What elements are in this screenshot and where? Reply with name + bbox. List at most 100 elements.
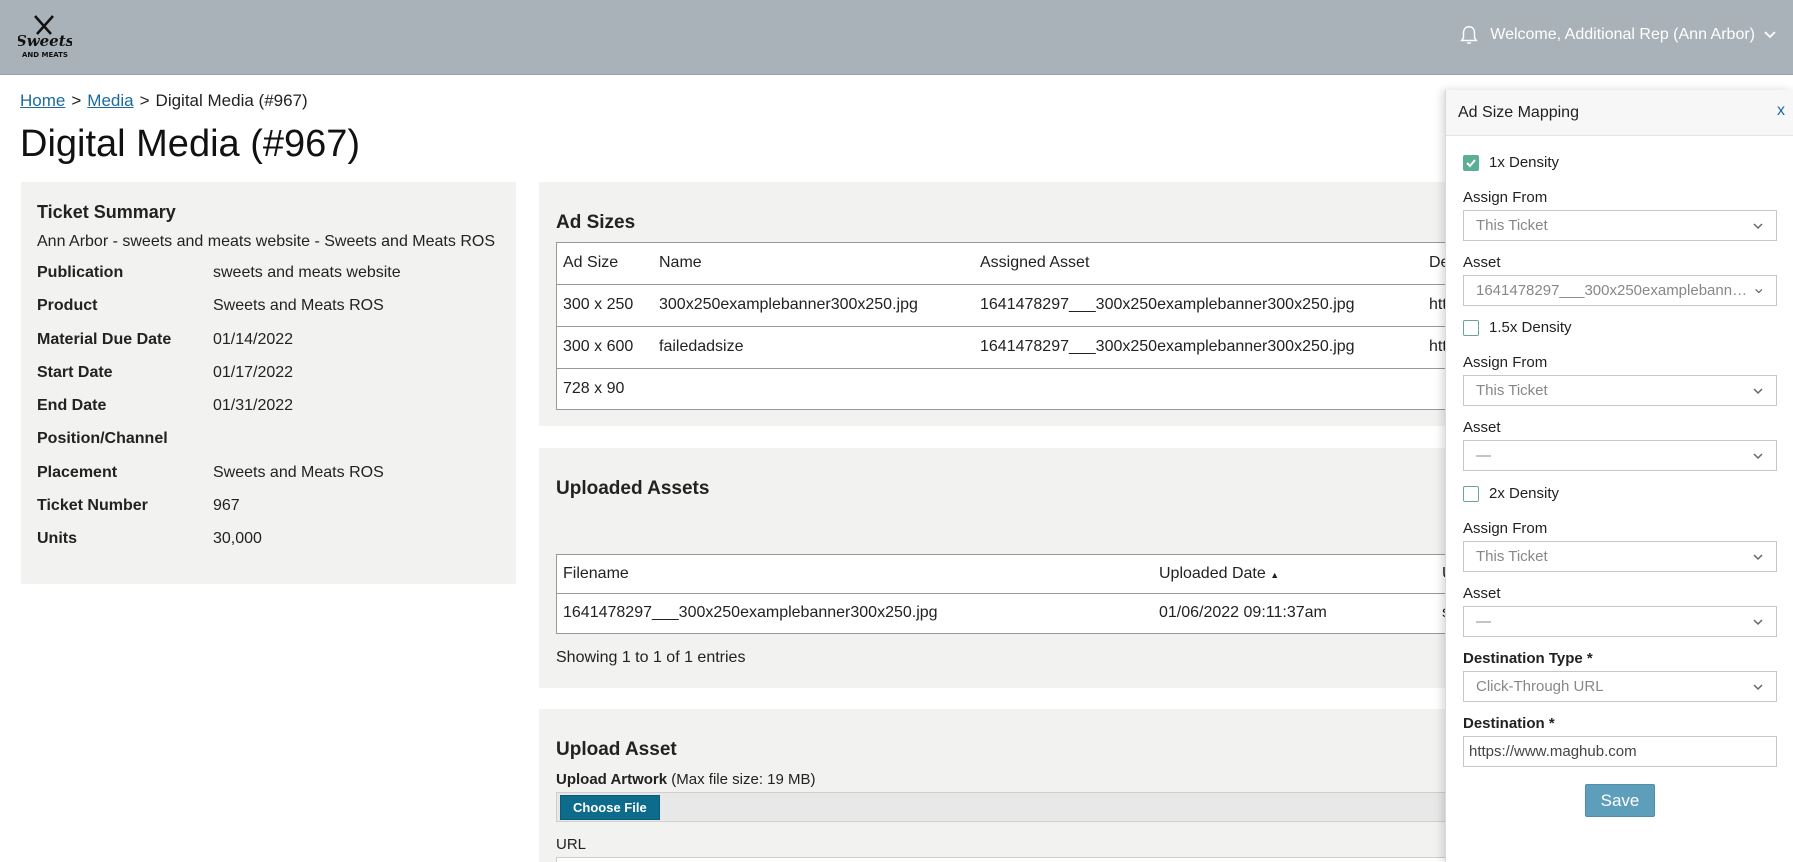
checkmark-icon bbox=[1466, 158, 1476, 167]
summary-key: Units bbox=[37, 530, 77, 548]
upload-asset-panel: Upload Asset Upload Artwork (Max file si… bbox=[539, 709, 1459, 862]
summary-value: 01/14/2022 bbox=[213, 330, 294, 348]
upload-artwork-label-text: Upload Artwork bbox=[556, 771, 668, 788]
density-1-5x-row[interactable]: 1.5x Density bbox=[1463, 319, 1572, 336]
summary-key: Publication bbox=[37, 264, 124, 281]
chevron-down-icon bbox=[1755, 288, 1763, 293]
summary-row: Material Due Date 01/14/2022 bbox=[37, 331, 500, 364]
density-2x-checkbox[interactable] bbox=[1463, 485, 1479, 502]
summary-key: Ticket Number bbox=[37, 497, 148, 515]
summary-row: Start Date 01/17/2022 bbox=[37, 364, 500, 397]
assign-from-label: Assign From bbox=[1463, 354, 1548, 371]
drawer-title: Ad Size Mapping bbox=[1458, 104, 1579, 121]
column-header-filename[interactable]: Filename bbox=[557, 555, 1153, 594]
assign-from-1x-select[interactable]: This Ticket bbox=[1463, 210, 1777, 241]
cell-assigned-asset: 1641478297___300x250examplebanner300x250… bbox=[974, 284, 1423, 327]
logo-text-bottom: AND MEATS bbox=[22, 51, 68, 59]
density-1-5x-label[interactable]: 1.5x Density bbox=[1489, 319, 1572, 336]
cell-uploaded-date: 01/06/2022 09:11:37am bbox=[1159, 604, 1327, 622]
select-value: Click-Through URL bbox=[1476, 678, 1604, 695]
cell-filename[interactable]: 1641478297___300x250examplebanner300x250… bbox=[557, 593, 1153, 633]
cell-ad-size: 300 x 600 bbox=[557, 326, 653, 369]
asset-1x-select[interactable]: 1641478297___300x250examplebanner300x250… bbox=[1463, 275, 1777, 306]
select-value: This Ticket bbox=[1476, 548, 1548, 565]
url-input[interactable] bbox=[556, 857, 1459, 862]
url-label: URL bbox=[556, 836, 587, 853]
destination-input[interactable]: https://www.maghub.com bbox=[1463, 736, 1777, 767]
sort-asc-icon: ▲ bbox=[1270, 569, 1280, 580]
ticket-summary-panel: Ticket Summary Ann Arbor - sweets and me… bbox=[21, 182, 516, 584]
column-header-label: Uploaded Date bbox=[1159, 564, 1266, 582]
summary-row: Product Sweets and Meats ROS bbox=[37, 297, 500, 330]
welcome-text[interactable]: Welcome, Additional Rep (Ann Arbor) bbox=[1490, 26, 1755, 44]
asset-2x-select[interactable]: — bbox=[1463, 606, 1777, 637]
cell-name: 300x250examplebanner300x250.jpg bbox=[653, 284, 974, 327]
table-row[interactable]: 1641478297___300x250examplebanner300x250… bbox=[557, 593, 1458, 633]
destination-type-select[interactable]: Click-Through URL bbox=[1463, 671, 1777, 702]
close-button[interactable]: x bbox=[1777, 102, 1785, 120]
page-title: Digital Media (#967) bbox=[20, 123, 361, 165]
bell-icon[interactable] bbox=[1458, 24, 1480, 46]
assign-from-2x-select[interactable]: This Ticket bbox=[1463, 541, 1777, 572]
density-1-5x-checkbox[interactable] bbox=[1463, 319, 1479, 336]
density-1x-checkbox[interactable] bbox=[1463, 154, 1479, 171]
uploaded-assets-title: Uploaded Assets bbox=[556, 478, 710, 499]
density-1x-row[interactable]: 1x Density bbox=[1463, 154, 1559, 171]
cell-name bbox=[653, 368, 974, 409]
ad-size-mapping-drawer: Ad Size Mapping x 1x Density Assign From… bbox=[1445, 90, 1793, 862]
summary-row: Placement Sweets and Meats ROS bbox=[37, 464, 500, 497]
chevron-down-icon bbox=[1753, 683, 1763, 690]
summary-key: Placement bbox=[37, 463, 118, 481]
summary-value: 30,000 bbox=[213, 530, 262, 548]
summary-value: 01/17/2022 bbox=[213, 363, 294, 381]
upload-asset-title: Upload Asset bbox=[556, 739, 677, 760]
summary-value: 01/31/2022 bbox=[213, 397, 294, 415]
table-row[interactable]: 300 x 250 300x250examplebanner300x250.jp… bbox=[557, 284, 1458, 327]
select-value: — bbox=[1476, 613, 1491, 630]
ad-sizes-panel: Ad Sizes Ad Size Name Assigned Asset De … bbox=[539, 182, 1459, 426]
column-header-uploaded-date[interactable]: Uploaded Date ▲ bbox=[1153, 555, 1436, 594]
select-value: This Ticket bbox=[1476, 217, 1548, 234]
density-1x-label[interactable]: 1x Density bbox=[1489, 154, 1559, 171]
density-2x-label[interactable]: 2x Density bbox=[1489, 485, 1559, 502]
summary-key: Position/Channel bbox=[37, 430, 168, 448]
summary-value: sweets and meats website bbox=[213, 264, 401, 281]
summary-key: Material Due Date bbox=[37, 330, 172, 348]
cell-assigned-asset bbox=[974, 368, 1423, 409]
summary-row: End Date 01/31/2022 bbox=[37, 397, 500, 430]
cell-name: failedadsize bbox=[653, 326, 974, 369]
company-logo[interactable]: Sweets AND MEATS bbox=[16, 14, 75, 60]
ad-sizes-table-wrap: Ad Size Name Assigned Asset De 300 x 250… bbox=[556, 242, 1459, 410]
save-button[interactable]: Save bbox=[1585, 784, 1655, 817]
breadcrumb-current: Digital Media (#967) bbox=[155, 91, 308, 110]
asset-label: Asset bbox=[1463, 419, 1501, 436]
upload-artwork-hint: (Max file size: 19 MB) bbox=[671, 771, 816, 788]
choose-file-button[interactable]: Choose File bbox=[560, 795, 660, 820]
column-header[interactable]: Name bbox=[653, 243, 974, 285]
summary-key: End Date bbox=[37, 397, 107, 415]
column-header[interactable]: Assigned Asset bbox=[974, 243, 1423, 285]
select-value: This Ticket bbox=[1476, 382, 1548, 399]
asset-1-5x-select[interactable]: — bbox=[1463, 440, 1777, 471]
user-menu[interactable]: Welcome, Additional Rep (Ann Arbor) bbox=[1458, 24, 1777, 46]
column-header[interactable]: Ad Size bbox=[557, 243, 653, 285]
table-row[interactable]: 300 x 600 failedadsize 1641478297___300x… bbox=[557, 326, 1458, 369]
chevron-down-icon[interactable] bbox=[1763, 28, 1777, 42]
destination-label: Destination * bbox=[1463, 715, 1555, 732]
assign-from-1-5x-select[interactable]: This Ticket bbox=[1463, 375, 1777, 406]
summary-row: Ticket Number 967 bbox=[37, 497, 500, 530]
breadcrumb-media-link[interactable]: Media bbox=[87, 91, 133, 110]
file-input[interactable]: Choose File bbox=[556, 792, 1459, 822]
chevron-down-icon bbox=[1753, 553, 1763, 560]
breadcrumb-home-link[interactable]: Home bbox=[20, 91, 65, 110]
chevron-down-icon bbox=[1753, 618, 1763, 625]
breadcrumb-separator: > bbox=[71, 91, 82, 110]
density-2x-row[interactable]: 2x Density bbox=[1463, 485, 1559, 502]
uploaded-assets-table: Filename Uploaded Date ▲ U 1641478297___… bbox=[557, 555, 1458, 633]
summary-value: Sweets and Meats ROS bbox=[213, 297, 384, 315]
table-row[interactable]: 728 x 90 bbox=[557, 368, 1458, 409]
asset-label: Asset bbox=[1463, 254, 1501, 271]
chevron-down-icon bbox=[1753, 387, 1763, 394]
summary-row: Units 30,000 bbox=[37, 530, 500, 563]
table-header-row: Ad Size Name Assigned Asset De bbox=[557, 243, 1458, 285]
